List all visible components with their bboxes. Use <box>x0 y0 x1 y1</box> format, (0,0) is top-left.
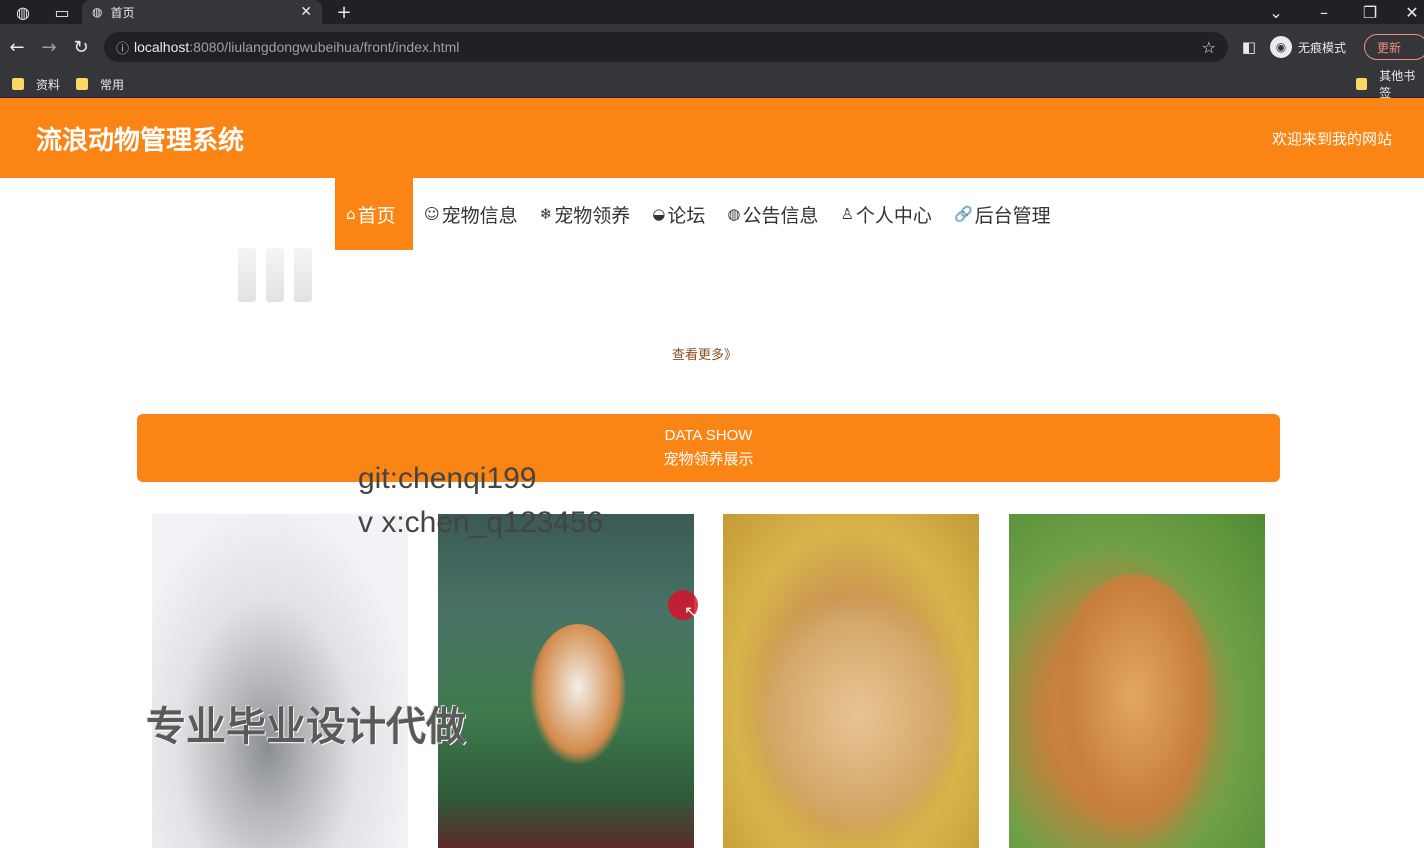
pet-icon: ☺ <box>424 205 440 223</box>
item-thumbnail[interactable] <box>236 248 332 304</box>
restore-icon[interactable]: ❐ <box>1360 2 1380 22</box>
site-title: 流浪动物管理系统 <box>36 126 245 156</box>
nav-item-notices[interactable]: ◍ 公告信息 <box>716 178 829 250</box>
minimize-icon[interactable]: – <box>1314 2 1334 22</box>
browser-toolbar: ← → ↻ ⓘ localhost:8080/liulangdongwubeih… <box>0 24 1424 70</box>
update-label: 更新 <box>1377 40 1402 55</box>
nav-item-adoption[interactable]: ❄ 宠物领养 <box>529 178 642 250</box>
tab-overview-icon[interactable]: ▭ <box>50 2 74 22</box>
pet-photo <box>1049 574 1219 844</box>
bookmark-label: 资料 <box>36 77 61 92</box>
nav-item-pet-info[interactable]: ☺ 宠物信息 <box>413 178 529 250</box>
globe-icon[interactable]: ◍ <box>12 2 34 22</box>
nav-label: 后台管理 <box>974 204 1051 227</box>
welcome-text: 欢迎来到我的网站 <box>1271 130 1392 148</box>
home-icon: ⌂ <box>346 205 356 223</box>
incognito-indicator[interactable]: ◉ 无痕模式 <box>1270 36 1346 58</box>
nav-item-admin[interactable]: 🔗 后台管理 <box>943 178 1062 250</box>
browser-tab[interactable]: ◍ 首页 ✕ <box>82 0 322 24</box>
globe-icon: ◍ <box>92 5 103 19</box>
chevron-down-icon[interactable]: ⌄ <box>1266 2 1286 22</box>
cursor-icon: ↖ <box>684 602 698 621</box>
close-icon[interactable]: ✕ <box>300 4 312 20</box>
new-tab-icon[interactable]: + <box>334 2 354 23</box>
info-icon[interactable]: ⓘ <box>116 38 134 57</box>
nav-label: 首页 <box>357 204 396 227</box>
user-icon: ♙ <box>840 205 854 223</box>
other-bookmarks[interactable]: 其他书签 <box>1356 69 1424 100</box>
nav-label: 公告信息 <box>742 204 819 227</box>
back-arrow-icon[interactable]: ← <box>6 36 28 58</box>
nav-item-profile[interactable]: ♙ 个人中心 <box>829 178 942 250</box>
pet-card-3[interactable] <box>723 514 979 848</box>
incognito-label: 无痕模式 <box>1298 40 1347 55</box>
folder-icon <box>12 78 24 90</box>
folder-icon <box>1356 78 1368 90</box>
nav-label: 宠物信息 <box>441 204 518 227</box>
data-show-banner: DATA SHOW 宠物领养展示 <box>137 414 1280 482</box>
browser-tab-strip: ◍ ▭ ◍ 首页 ✕ + ⌄ – ❐ ✕ <box>0 0 1424 24</box>
pet-card-2[interactable] <box>438 514 694 848</box>
star-icon[interactable]: ☆ <box>1202 38 1216 57</box>
forward-arrow-icon[interactable]: → <box>38 36 60 58</box>
pet-photo <box>530 624 626 764</box>
window-close-icon[interactable]: ✕ <box>1402 2 1422 22</box>
thumbnail-part <box>238 248 256 302</box>
bookmark-folder-1[interactable]: 常用 <box>76 74 124 94</box>
snowflake-icon: ❄ <box>539 205 553 223</box>
pet-card-1[interactable] <box>152 514 408 848</box>
banner-title-cn: 宠物领养展示 <box>663 450 754 468</box>
nav-label: 个人中心 <box>855 204 932 227</box>
watermark-vx: v x:chen_q123456 <box>358 506 604 539</box>
thumbnail-part <box>266 248 284 302</box>
banner-title-en: DATA SHOW <box>664 427 753 444</box>
pet-photo <box>753 594 963 834</box>
incognito-icon: ◉ <box>1270 36 1292 58</box>
url-host: localhost <box>134 39 190 55</box>
nav-label: 论坛 <box>667 204 706 227</box>
reload-icon[interactable]: ↻ <box>70 36 92 58</box>
globe-icon: ◍ <box>727 205 741 223</box>
bookmark-folder-0[interactable]: 资料 <box>12 74 60 94</box>
bookmarks-bar: 资料 常用 其他书签 <box>0 69 1424 100</box>
tab-title: 首页 <box>110 5 135 20</box>
main-nav: ⌂ 首页 ☺ 宠物信息 ❄ 宠物领养 ◒ 论坛 ◍ 公告信息 ♙ 个人中心 🔗 后台管理 <box>335 178 1062 250</box>
nav-item-forum[interactable]: ◒ 论坛 <box>641 178 716 250</box>
site-header: 流浪动物管理系统 欢迎来到我的网站 <box>0 98 1424 178</box>
folder-icon <box>76 78 88 90</box>
nav-item-home[interactable]: ⌂ 首页 <box>335 178 413 250</box>
forum-icon: ◒ <box>652 205 666 223</box>
bookmark-label: 常用 <box>100 77 125 92</box>
watermark-git: git:chenqi199 <box>358 462 537 495</box>
view-more-link[interactable]: 查看更多》 <box>672 344 737 363</box>
link-icon: 🔗 <box>953 205 973 223</box>
thumbnail-part <box>294 248 312 302</box>
side-panel-icon[interactable]: ◧ <box>1238 36 1260 58</box>
watermark-promo: 专业毕业设计代做 <box>146 704 466 750</box>
url-path: :8080/liulangdongwubeihua/front/index.ht… <box>189 39 460 55</box>
update-button[interactable]: 更新 <box>1364 34 1424 60</box>
bookmark-label: 其他书签 <box>1379 69 1416 100</box>
nav-label: 宠物领养 <box>554 204 631 227</box>
address-bar[interactable]: ⓘ localhost:8080/liulangdongwubeihua/fro… <box>104 32 1228 62</box>
pet-card-4[interactable] <box>1009 514 1265 848</box>
